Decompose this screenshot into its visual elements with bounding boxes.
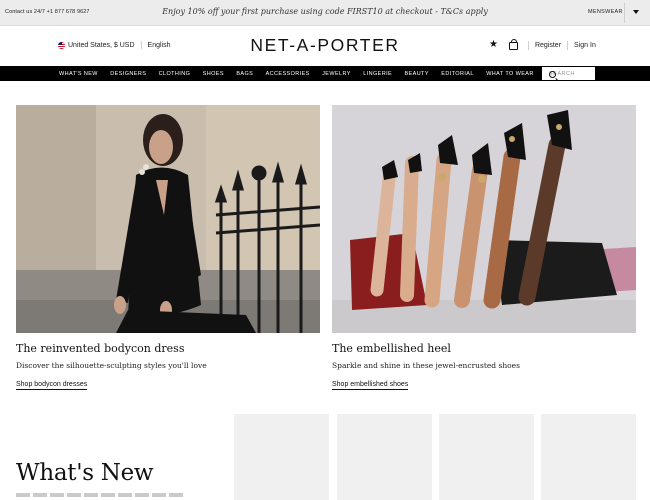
account-divider <box>567 40 569 50</box>
nav-item-beauty[interactable]: BEAUTY <box>404 71 428 77</box>
nav-item-clothing[interactable]: CLOTHING <box>159 71 191 77</box>
nav-item-editorial[interactable]: EDITORIAL <box>441 71 474 77</box>
card-subtitle-heel: Sparkle and shine in these jewel-encrust… <box>332 361 520 370</box>
shop-heel-link[interactable]: Shop embellished shoes <box>332 381 409 390</box>
nav-item-shoes[interactable]: SHOES <box>203 71 224 77</box>
sign-in-link[interactable]: Sign In <box>574 42 596 49</box>
chevron-down-icon[interactable] <box>633 10 639 14</box>
product-tile[interactable] <box>234 414 329 500</box>
bodycon-dress-image[interactable] <box>16 105 320 333</box>
nav-item-what-to-wear[interactable]: WHAT TO WEAR <box>486 71 533 77</box>
account-divider <box>527 40 529 50</box>
card-subtitle-bodycon: Discover the silhouette-sculpting styles… <box>16 361 207 370</box>
promo-offer[interactable]: Enjoy 10% off your first purchase using … <box>0 7 650 16</box>
product-tile[interactable] <box>337 414 432 500</box>
nav-item-accessories[interactable]: ACCESSORIES <box>266 71 310 77</box>
nav-item-bags[interactable]: BAGS <box>236 71 253 77</box>
product-tile[interactable] <box>541 414 636 500</box>
search-icon[interactable] <box>549 71 556 78</box>
main-nav: WHAT'S NEW DESIGNERS CLOTHING SHOES BAGS… <box>0 66 650 81</box>
shopping-bag-icon[interactable] <box>508 39 518 50</box>
shop-bodycon-link[interactable]: Shop bodycon dresses <box>16 381 88 390</box>
nav-item-designers[interactable]: DESIGNERS <box>110 71 146 77</box>
promo-divider <box>624 3 625 23</box>
bodycon-dress-illustration <box>16 105 320 333</box>
card-title-bodycon[interactable]: The reinvented bodycon dress <box>16 342 184 355</box>
nav-item-lingerie[interactable]: LINGERIE <box>363 71 392 77</box>
menswear-link[interactable]: MENSWEAR <box>588 9 623 15</box>
site-header: United States, $ USD English NET-A-PORTE… <box>0 26 650 66</box>
account-links: ★ Register Sign In <box>489 39 596 50</box>
search-input[interactable]: SEARCH <box>541 66 596 81</box>
card-title-heel[interactable]: The embellished heel <box>332 342 451 355</box>
nav-item-jewelry[interactable]: JEWELRY <box>322 71 351 77</box>
nav-item-whats-new[interactable]: WHAT'S NEW <box>59 71 98 77</box>
whats-new-subtitle-clipped <box>16 493 186 497</box>
product-tile[interactable] <box>439 414 534 500</box>
embellished-heel-image[interactable] <box>332 105 636 333</box>
promo-bar: Contact us 24/7 +1 877 678 9627 Enjoy 10… <box>0 0 650 26</box>
embellished-heel-illustration <box>332 105 636 333</box>
register-link[interactable]: Register <box>535 42 561 49</box>
whats-new-heading: What's New <box>16 460 154 486</box>
star-icon[interactable]: ★ <box>489 40 498 50</box>
